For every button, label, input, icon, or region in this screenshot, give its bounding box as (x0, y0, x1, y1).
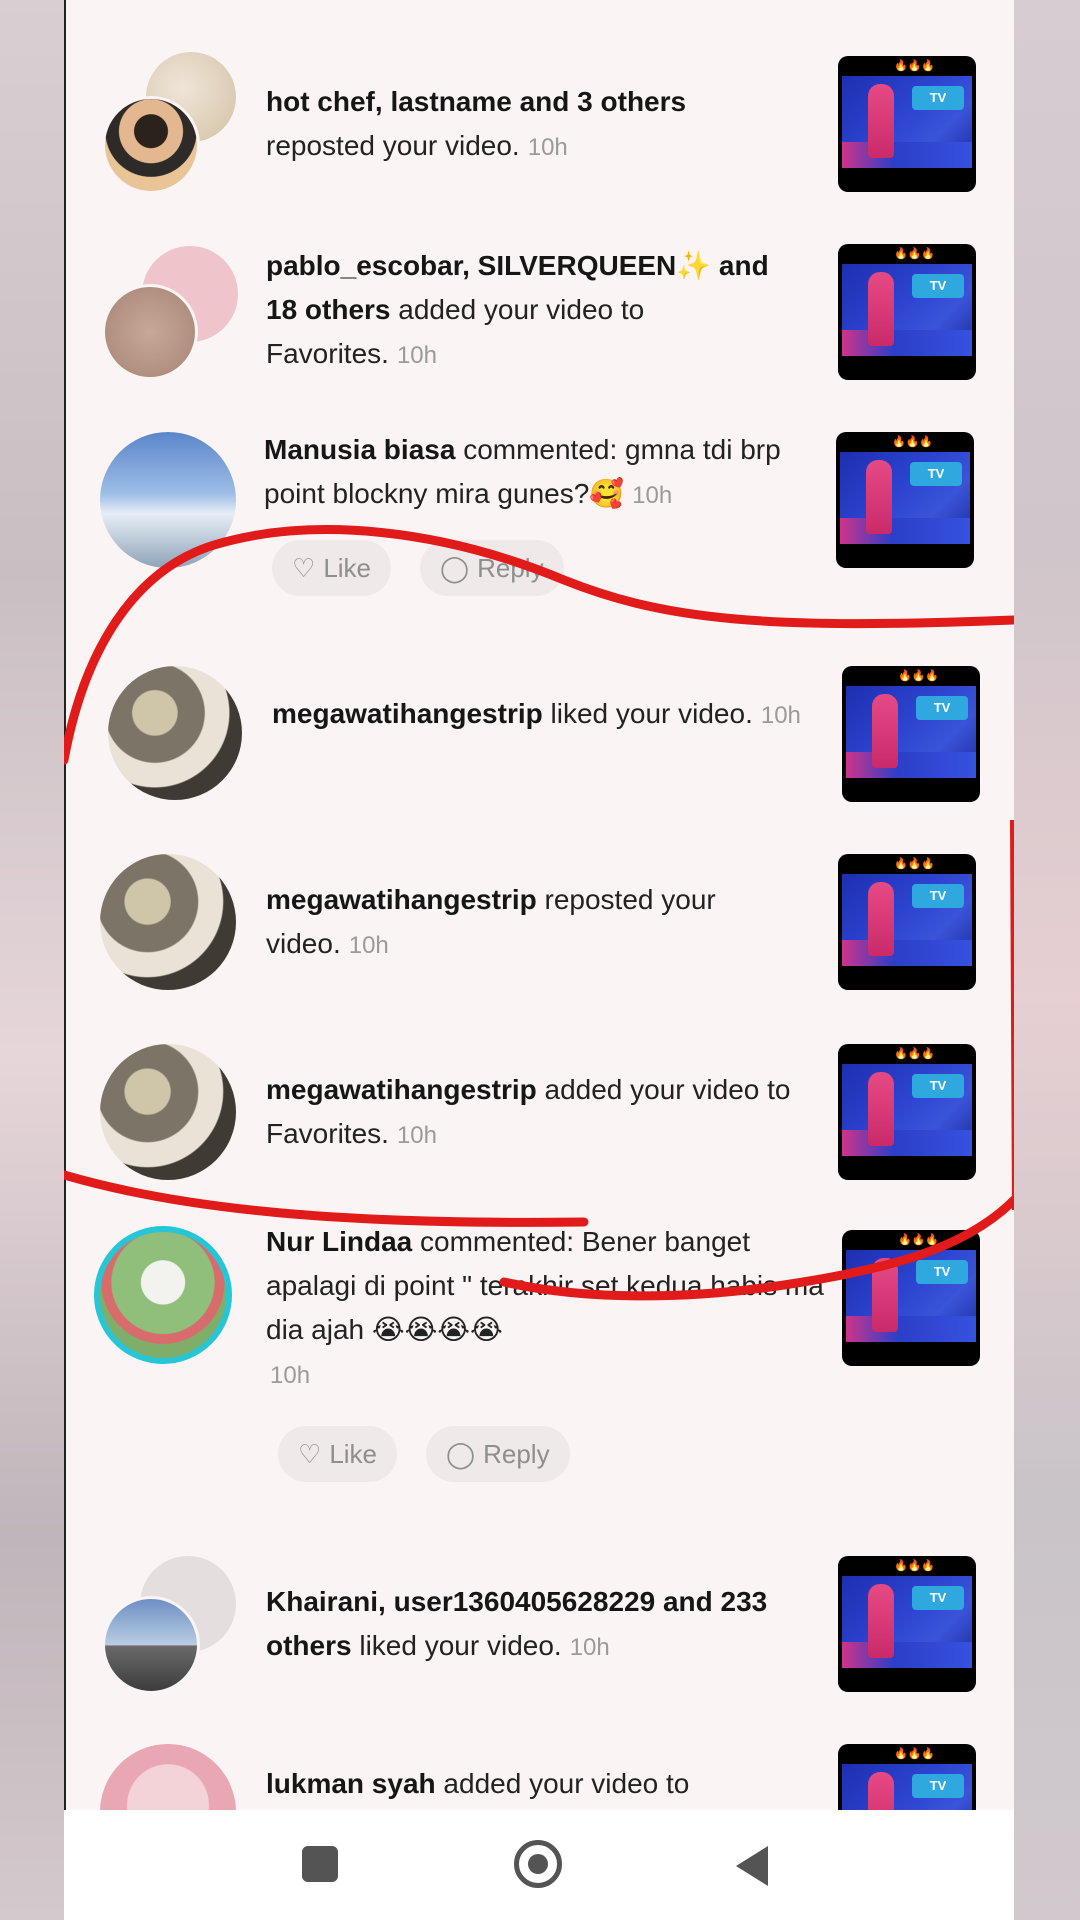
thumbnail-logo: TV (912, 1074, 964, 1098)
user-name[interactable]: Manusia biasa (264, 434, 455, 465)
video-thumbnail[interactable]: 🔥🔥🔥 TV (838, 1044, 976, 1180)
thumbnail-tag: 🔥🔥🔥 (894, 247, 936, 260)
list-item[interactable]: hot chef, lastname and 3 others reposted… (64, 50, 1014, 200)
timestamp: 10h (396, 1122, 437, 1149)
notification-action: reposted your video. (266, 130, 520, 161)
timestamp: 10h (348, 932, 389, 959)
heart-icon: ♡ (298, 1439, 322, 1469)
list-item[interactable]: pablo_escobar, SILVERQUEEN✨ and 18 other… (64, 240, 1014, 390)
thumbnail-logo: TV (912, 274, 964, 298)
avatar[interactable] (102, 1596, 200, 1694)
avatar[interactable] (100, 432, 236, 568)
circle-icon[interactable] (514, 1840, 562, 1888)
notification-action: added your video to (443, 1768, 690, 1799)
user-name[interactable]: megawatihangestrip (266, 1074, 537, 1105)
thumbnail-tag: 🔥🔥🔥 (894, 1047, 936, 1060)
like-label: Like (329, 1439, 378, 1469)
video-thumbnail[interactable]: 🔥🔥🔥 TV (842, 1230, 980, 1366)
notification-text: Nur Lindaa commented: Bener banget apala… (266, 1220, 826, 1398)
user-name[interactable]: megawatihangestrip (272, 698, 543, 729)
like-button[interactable]: ♡ Like (278, 1426, 398, 1482)
notification-screen: hot chef, lastname and 3 others reposted… (64, 0, 1014, 1920)
background-left (0, 0, 64, 1920)
reply-label: Reply (477, 553, 544, 583)
list-item[interactable]: Khairani, user1360405628229 and 233 othe… (64, 1554, 1014, 1704)
thumbnail-tag: 🔥🔥🔥 (898, 1233, 940, 1246)
timestamp: 10h (632, 482, 673, 509)
avatar[interactable] (100, 1744, 236, 1810)
like-label: Like (323, 553, 372, 583)
thumbnail-tag: 🔥🔥🔥 (898, 669, 940, 682)
notification-text: hot chef, lastname and 3 others reposted… (266, 80, 806, 170)
avatar[interactable] (108, 666, 242, 800)
notification-text: Manusia biasa commented: gmna tdi brp po… (264, 428, 824, 518)
thumbnail-logo: TV (912, 884, 964, 908)
notification-feed[interactable]: hot chef, lastname and 3 others reposted… (64, 0, 1014, 1810)
thumbnail-tag: 🔥🔥🔥 (892, 435, 934, 448)
list-item[interactable]: lukman syah added your video to 🔥🔥🔥 TV (64, 1742, 1014, 1810)
list-item[interactable]: megawatihangestrip liked your video. 10h … (64, 662, 1014, 812)
video-thumbnail[interactable]: 🔥🔥🔥 TV (842, 666, 980, 802)
video-thumbnail[interactable]: 🔥🔥🔥 TV (836, 432, 974, 568)
list-item[interactable]: Manusia biasa commented: gmna tdi brp po… (64, 428, 1014, 608)
thumbnail-tag: 🔥🔥🔥 (894, 1747, 936, 1760)
list-item[interactable]: Nur Lindaa commented: Bener banget apala… (64, 1226, 1014, 1496)
thumbnail-tag: 🔥🔥🔥 (894, 1559, 936, 1572)
video-thumbnail[interactable]: 🔥🔥🔥 TV (838, 854, 976, 990)
notification-text: megawatihangestrip reposted your video. 1… (266, 878, 806, 968)
avatar[interactable] (102, 284, 198, 380)
square-icon[interactable] (302, 1846, 338, 1882)
like-button[interactable]: ♡ Like (272, 540, 392, 596)
thumbnail-tag: 🔥🔥🔥 (894, 857, 936, 870)
notification-text: lukman syah added your video to (266, 1762, 806, 1806)
avatar[interactable] (94, 1226, 232, 1364)
list-item[interactable]: megawatihangestrip reposted your video. 1… (64, 852, 1014, 1002)
reply-label: Reply (483, 1439, 550, 1469)
timestamp: 10h (760, 702, 801, 729)
thumbnail-tag: 🔥🔥🔥 (894, 59, 936, 72)
user-name[interactable]: Nur Lindaa (266, 1226, 412, 1257)
video-thumbnail[interactable]: 🔥🔥🔥 TV (838, 56, 976, 192)
reply-button[interactable]: ◯ Reply (426, 1426, 570, 1482)
notification-text: megawatihangestrip added your video to F… (266, 1068, 806, 1158)
thumbnail-logo: TV (910, 462, 962, 486)
list-item[interactable]: megawatihangestrip added your video to F… (64, 1042, 1014, 1192)
notification-text: pablo_escobar, SILVERQUEEN✨ and 18 other… (266, 244, 806, 378)
timestamp: 10h (396, 342, 437, 369)
notification-action: liked your video. (359, 1630, 562, 1661)
thumbnail-logo: TV (916, 1260, 968, 1284)
thumbnail-logo: TV (912, 1774, 964, 1798)
timestamp: 10h (270, 1362, 311, 1389)
timestamp: 10h (569, 1634, 610, 1661)
background-right (1014, 0, 1080, 1920)
avatar[interactable] (100, 1044, 236, 1180)
comment-icon: ◯ (440, 553, 470, 583)
reply-button[interactable]: ◯ Reply (420, 540, 564, 596)
user-name[interactable]: hot chef, lastname and 3 others (266, 86, 686, 117)
notification-text: Khairani, user1360405628229 and 233 othe… (266, 1580, 806, 1670)
thumbnail-logo: TV (912, 1586, 964, 1610)
system-navigation-bar (64, 1810, 1014, 1920)
thumbnail-logo: TV (912, 86, 964, 110)
user-name[interactable]: megawatihangestrip (266, 884, 537, 915)
thumbnail-logo: TV (916, 696, 968, 720)
notification-text: megawatihangestrip liked your video. 10h (272, 692, 812, 738)
avatar[interactable] (102, 96, 200, 194)
video-thumbnail[interactable]: 🔥🔥🔥 TV (838, 244, 976, 380)
notification-action: liked your video. (550, 698, 753, 729)
heart-icon: ♡ (292, 553, 316, 583)
triangle-back-icon[interactable] (736, 1846, 768, 1886)
comment-icon: ◯ (446, 1439, 476, 1469)
video-thumbnail[interactable]: 🔥🔥🔥 TV (838, 1744, 976, 1810)
video-thumbnail[interactable]: 🔥🔥🔥 TV (838, 1556, 976, 1692)
avatar[interactable] (100, 854, 236, 990)
timestamp: 10h (527, 134, 568, 161)
user-name[interactable]: lukman syah (266, 1768, 436, 1799)
